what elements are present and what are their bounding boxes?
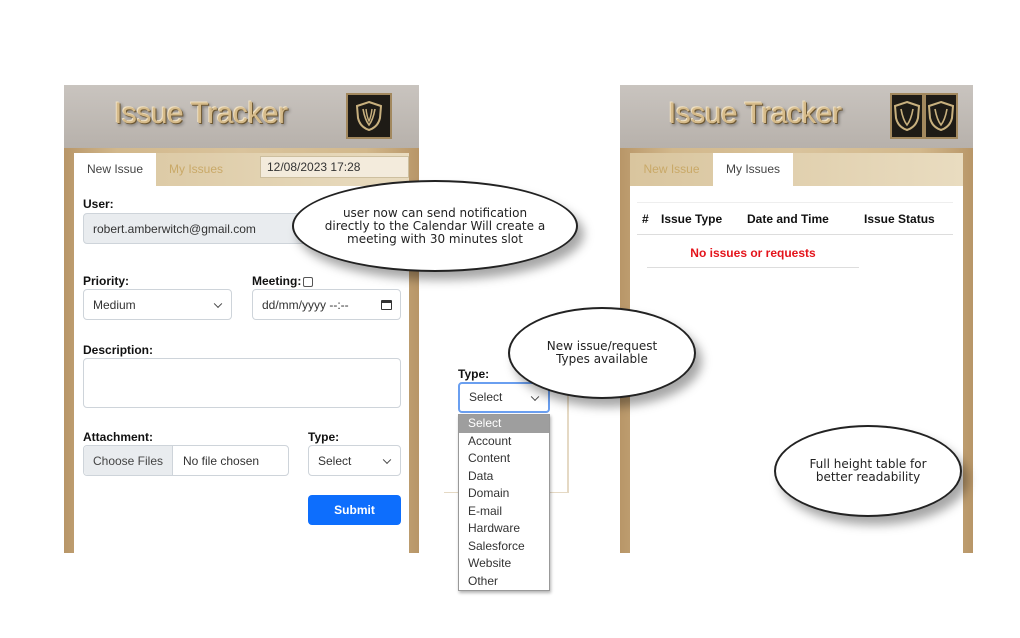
type-label: Type: bbox=[308, 430, 340, 444]
table-callout-text: Full height table for better readability bbox=[809, 457, 927, 484]
app-header: Issue Tracker bbox=[620, 85, 973, 148]
choose-files-button[interactable]: Choose Files bbox=[84, 446, 173, 475]
type-option-domain[interactable]: Domain bbox=[459, 485, 549, 503]
calendar-callout-text: user now can send notification directly … bbox=[324, 205, 546, 246]
type-label-demo: Type: bbox=[458, 367, 490, 381]
type-select-value: Select bbox=[469, 390, 503, 404]
chevron-down-icon bbox=[530, 392, 540, 401]
user-value: robert.amberwitch@gmail.com bbox=[93, 221, 256, 236]
app-title: Issue Tracker bbox=[668, 97, 842, 130]
col-issue-status: Issue Status bbox=[864, 212, 935, 226]
type-option-data[interactable]: Data bbox=[459, 468, 549, 486]
promo-stage: Issue Tracker New Issue My Issues 12/08/… bbox=[0, 0, 1020, 638]
description-textarea[interactable] bbox=[83, 358, 401, 408]
type-select-open[interactable]: Select bbox=[458, 382, 550, 413]
submit-button[interactable]: Submit bbox=[308, 495, 401, 525]
shield-logo-icon bbox=[924, 93, 958, 139]
type-value: Select bbox=[318, 453, 352, 468]
priority-value: Medium bbox=[93, 297, 136, 312]
table-callout: Full height table for better readability bbox=[774, 425, 962, 517]
attachment-file-input[interactable]: Choose Files No file chosen bbox=[83, 445, 289, 476]
type-option-salesforce[interactable]: Salesforce bbox=[459, 538, 549, 556]
col-number: # bbox=[642, 212, 649, 226]
type-option-website[interactable]: Website bbox=[459, 555, 549, 573]
app-header: Issue Tracker bbox=[64, 85, 419, 148]
tab-new-issue[interactable]: New Issue bbox=[630, 153, 713, 186]
meeting-label-text: Meeting: bbox=[252, 274, 302, 288]
meeting-label: Meeting: bbox=[252, 274, 314, 288]
priority-select[interactable]: Medium bbox=[83, 289, 232, 320]
app-title: Issue Tracker bbox=[114, 97, 288, 130]
tab-new-issue[interactable]: New Issue bbox=[74, 153, 156, 186]
meeting-checkbox[interactable] bbox=[303, 276, 314, 287]
types-callout-text: New issue/request Types available bbox=[546, 339, 658, 366]
empty-table-message: No issues or requests bbox=[647, 238, 859, 268]
col-date-time: Date and Time bbox=[747, 212, 829, 226]
type-option-account[interactable]: Account bbox=[459, 433, 549, 451]
tab-my-issues[interactable]: My Issues bbox=[713, 153, 793, 186]
type-option-email[interactable]: E-mail bbox=[459, 503, 549, 521]
calendar-callout: user now can send notification directly … bbox=[292, 180, 578, 272]
chevron-down-icon bbox=[382, 455, 392, 464]
type-option-select[interactable]: Select bbox=[459, 415, 549, 433]
type-options-list: Select Account Content Data Domain E-mai… bbox=[458, 414, 550, 591]
new-issue-panel: Issue Tracker New Issue My Issues 12/08/… bbox=[64, 85, 419, 553]
tab-my-issues[interactable]: My Issues bbox=[156, 153, 236, 186]
calendar-icon[interactable] bbox=[381, 299, 392, 310]
shield-logo-icon bbox=[890, 93, 924, 139]
col-issue-type: Issue Type bbox=[661, 212, 723, 226]
meeting-placeholder: dd/mm/yyyy --:-- bbox=[262, 297, 349, 312]
type-option-other[interactable]: Other bbox=[459, 573, 549, 591]
types-callout: New issue/request Types available bbox=[508, 307, 696, 399]
chevron-down-icon bbox=[213, 299, 223, 308]
meeting-datetime-input[interactable]: dd/mm/yyyy --:-- bbox=[252, 289, 401, 320]
no-file-text: No file chosen bbox=[183, 453, 260, 468]
user-label: User: bbox=[83, 197, 114, 211]
datetime-display: 12/08/2023 17:28 bbox=[260, 156, 409, 178]
priority-label: Priority: bbox=[83, 274, 130, 288]
shield-logo-icon bbox=[346, 93, 392, 139]
attachment-label: Attachment: bbox=[83, 430, 154, 444]
type-option-hardware[interactable]: Hardware bbox=[459, 520, 549, 538]
description-label: Description: bbox=[83, 343, 154, 357]
type-select[interactable]: Select bbox=[308, 445, 401, 476]
type-option-content[interactable]: Content bbox=[459, 450, 549, 468]
issues-table-header: # Issue Type Date and Time Issue Status bbox=[637, 202, 953, 235]
